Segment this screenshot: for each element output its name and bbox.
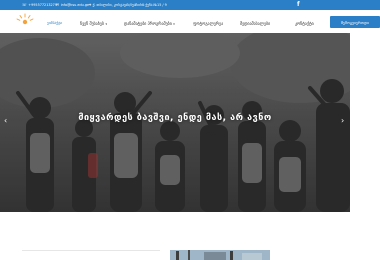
join-button-label: შემოგვიერთდი — [340, 19, 370, 25]
nav-item-programs[interactable]: დანამატები პროგრამები ▾ — [124, 21, 175, 26]
nav-item-about[interactable]: ჩვენ შესახებ ▾ — [80, 21, 107, 26]
facebook-icon[interactable]: f — [297, 2, 300, 8]
email-address[interactable]: info@ksu.edu.ge — [61, 3, 89, 7]
nav-item-media[interactable]: მედიამასალები — [240, 21, 270, 26]
nav-item-label: მედიამასალები — [240, 21, 271, 26]
content-section — [0, 212, 380, 260]
email-contact[interactable]: ✉ info@ksu.edu.ge — [56, 3, 89, 7]
nav-item-label: დანამატები პროგრამები — [124, 21, 172, 26]
nav-item-gallery[interactable]: ფოტოგალერეა — [193, 21, 223, 26]
address-contact: ⌖ ქ. თბილისი, კოსტავას/ბუაჩიძის ქუჩა №15… — [89, 3, 167, 7]
mail-icon: ✉ — [56, 2, 60, 8]
chevron-down-icon: ▾ — [173, 21, 175, 26]
contact-bar: ☏ +995577213279 ✉ info@ksu.edu.ge ⌖ ქ. თ… — [0, 0, 380, 10]
logo-wordmark[interactable]: ეიმპაქტი — [47, 21, 62, 25]
nav-item-label: კონტაქტი — [295, 21, 314, 26]
section-image — [170, 250, 270, 260]
chevron-down-icon: ▾ — [105, 21, 107, 26]
site-logo[interactable] — [13, 12, 37, 32]
phone-icon: ☏ — [22, 2, 27, 8]
section-divider — [22, 250, 160, 251]
hero-caption: მიყვარდეს ბავშვი, ენდე მას, არ ავნო — [78, 113, 272, 123]
location-pin-icon: ⌖ — [89, 2, 92, 8]
right-gutter — [350, 33, 380, 212]
address-text: ქ. თბილისი, კოსტავას/ბუაჩიძის ქუჩა №15 /… — [92, 3, 167, 7]
hero-slider: მიყვარდეს ბავშვი, ენდე მას, არ ავნო ‹ › — [0, 33, 350, 212]
nav-item-contact[interactable]: კონტაქტი — [295, 21, 314, 26]
phone-contact[interactable]: ☏ +995577213279 — [22, 3, 57, 7]
chevron-left-icon[interactable]: ‹ — [4, 117, 7, 125]
nav-item-label: ჩვენ შესახებ — [80, 21, 104, 26]
phone-number[interactable]: +995577213279 — [28, 3, 57, 7]
page: ☏ +995577213279 ✉ info@ksu.edu.ge ⌖ ქ. თ… — [0, 0, 380, 260]
join-button[interactable]: შემოგვიერთდი — [330, 16, 380, 28]
chevron-right-icon[interactable]: › — [341, 117, 344, 125]
nav-item-label: ფოტოგალერეა — [193, 21, 224, 26]
